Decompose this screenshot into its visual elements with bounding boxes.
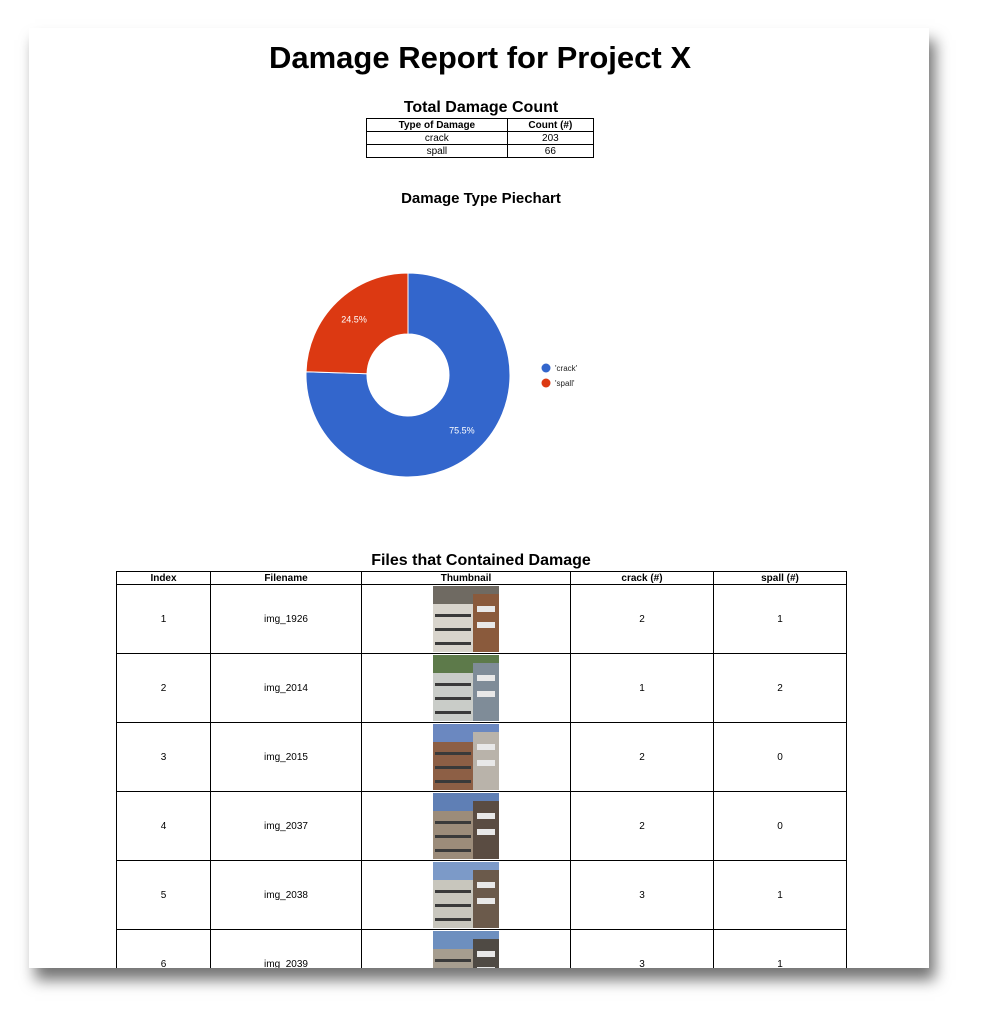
crack-count-cell: 1 bbox=[570, 653, 714, 723]
damage-pie-chart: 75.5% 24.5% 'crack' 'spall' bbox=[305, 272, 578, 478]
building-thumbnail-image bbox=[433, 724, 499, 790]
filename-cell: img_2039 bbox=[210, 929, 362, 968]
building-thumbnail-image bbox=[433, 586, 499, 652]
header-crack: crack (#) bbox=[570, 571, 714, 585]
filename-cell: img_2037 bbox=[210, 791, 362, 861]
table-row: 2 img_2014 1 2 bbox=[116, 653, 847, 723]
building-thumbnail-image bbox=[433, 793, 499, 859]
thumbnail-cell bbox=[361, 791, 571, 861]
header-thumbnail: Thumbnail bbox=[361, 571, 571, 585]
report-title: Damage Report for Project X bbox=[268, 40, 692, 75]
summary-type-cell: crack bbox=[366, 131, 508, 145]
spall-count-cell: 2 bbox=[713, 653, 847, 723]
building-thumbnail-image bbox=[433, 862, 499, 928]
crack-count-cell: 3 bbox=[570, 929, 714, 968]
header-index: Index bbox=[116, 571, 211, 585]
crack-count-cell: 2 bbox=[570, 722, 714, 792]
spall-count-cell: 0 bbox=[713, 791, 847, 861]
files-table-title: Files that Contained Damage bbox=[371, 552, 591, 569]
summary-count-cell: 203 bbox=[506, 131, 595, 145]
filename-cell: img_2038 bbox=[210, 860, 362, 930]
filename-cell: img_2014 bbox=[210, 653, 362, 723]
index-cell: 1 bbox=[116, 584, 211, 654]
index-cell: 3 bbox=[116, 722, 211, 792]
spall-count-cell: 1 bbox=[713, 584, 847, 654]
crack-count-cell: 2 bbox=[570, 584, 714, 654]
pie-slice-label: 24.5% bbox=[341, 314, 367, 324]
summary-title: Total Damage Count bbox=[403, 99, 559, 116]
report-page: Damage Report for Project X Total Damage… bbox=[29, 28, 929, 968]
spall-count-cell: 1 bbox=[713, 860, 847, 930]
table-row: 1 img_1926 2 1 bbox=[116, 584, 847, 654]
thumbnail-cell bbox=[361, 860, 571, 930]
summary-header-row: Type of Damage Count (#) bbox=[366, 118, 595, 132]
header-spall: spall (#) bbox=[713, 571, 847, 585]
summary-header-count: Count (#) bbox=[506, 118, 595, 132]
pie-slice-label: 75.5% bbox=[449, 426, 475, 436]
summary-row: spall 66 bbox=[366, 144, 595, 158]
filename-cell: img_2015 bbox=[210, 722, 362, 792]
header-filename: Filename bbox=[210, 571, 362, 585]
table-row: 6 img_2039 3 1 bbox=[116, 929, 847, 968]
index-cell: 2 bbox=[116, 653, 211, 723]
files-table: Index Filename Thumbnail crack (#) spall… bbox=[116, 571, 847, 968]
thumbnail-cell bbox=[361, 929, 571, 968]
filename-cell: img_1926 bbox=[210, 584, 362, 654]
building-thumbnail-image bbox=[433, 655, 499, 721]
legend-label: 'spall' bbox=[555, 379, 575, 388]
table-row: 5 img_2038 3 1 bbox=[116, 860, 847, 930]
legend-label: 'crack' bbox=[555, 364, 578, 373]
files-header-row: Index Filename Thumbnail crack (#) spall… bbox=[116, 571, 847, 585]
index-cell: 6 bbox=[116, 929, 211, 968]
thumbnail-cell bbox=[361, 653, 571, 723]
pie-chart-title: Damage Type Piechart bbox=[401, 190, 561, 207]
index-cell: 4 bbox=[116, 791, 211, 861]
building-thumbnail-image bbox=[433, 931, 499, 968]
legend-swatch bbox=[541, 363, 551, 373]
table-row: 4 img_2037 2 0 bbox=[116, 791, 847, 861]
summary-type-cell: spall bbox=[366, 144, 508, 158]
spall-count-cell: 1 bbox=[713, 929, 847, 968]
summary-table: Type of Damage Count (#) crack 203 spall… bbox=[366, 118, 595, 158]
summary-header-type: Type of Damage bbox=[366, 118, 508, 132]
table-row: 3 img_2015 2 0 bbox=[116, 722, 847, 792]
legend-swatch bbox=[541, 378, 551, 388]
thumbnail-cell bbox=[361, 584, 571, 654]
crack-count-cell: 3 bbox=[570, 860, 714, 930]
summary-row: crack 203 bbox=[366, 131, 595, 145]
summary-count-cell: 66 bbox=[506, 144, 595, 158]
spall-count-cell: 0 bbox=[713, 722, 847, 792]
index-cell: 5 bbox=[116, 860, 211, 930]
crack-count-cell: 2 bbox=[570, 791, 714, 861]
thumbnail-cell bbox=[361, 722, 571, 792]
